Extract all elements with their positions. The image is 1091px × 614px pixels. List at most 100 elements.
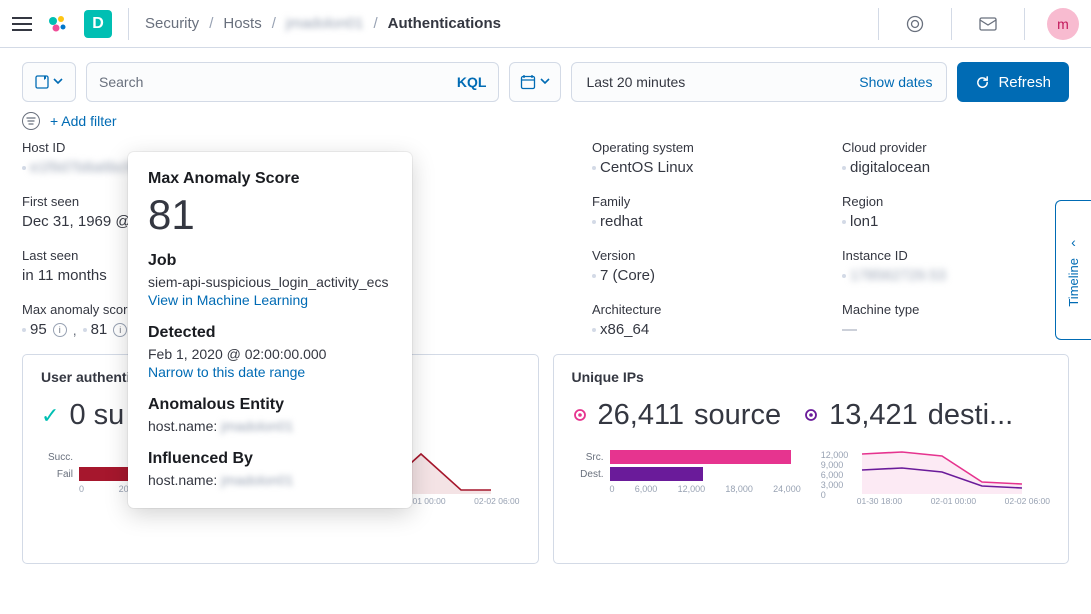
kql-toggle[interactable]: KQL [457, 74, 487, 90]
version-label: Version [592, 248, 802, 263]
detected-heading: Detected [148, 324, 392, 342]
divider [1024, 8, 1025, 40]
source-ip-label: source [694, 399, 781, 432]
tick: 02-02 06:00 [1005, 496, 1050, 506]
auth-success-text: 0 su [69, 399, 124, 432]
crumb-sep: / [272, 15, 276, 32]
date-range-text: Last 20 minutes [586, 74, 685, 90]
tick: 02-01 00:00 [931, 496, 976, 506]
arch-value[interactable]: x86_64 [600, 321, 649, 338]
crumb-sep: / [209, 15, 213, 32]
crumb-security[interactable]: Security [145, 15, 199, 32]
divider [128, 8, 129, 40]
tick: 24,000 [773, 484, 801, 494]
space-badge[interactable]: D [84, 10, 112, 38]
info-icon[interactable]: i [113, 323, 127, 337]
tick: 02-02 06:00 [474, 496, 519, 506]
cloud-value[interactable]: digitalocean [850, 159, 930, 176]
avatar[interactable]: m [1047, 8, 1079, 40]
influenced-heading: Influenced By [148, 450, 392, 468]
tick: 9,000 [821, 460, 849, 470]
machine-type-value: — [842, 321, 1042, 338]
info-icon[interactable]: i [53, 323, 67, 337]
refresh-label: Refresh [998, 74, 1051, 91]
crumb-hosts[interactable]: Hosts [223, 15, 261, 32]
top-navbar: D Security / Hosts / jmadolon01 / Authen… [0, 0, 1091, 48]
entity-heading: Anomalous Entity [148, 396, 392, 414]
refresh-button[interactable]: Refresh [957, 62, 1069, 102]
bar-label: Succ. [41, 452, 73, 463]
dest-ip-icon [803, 408, 819, 424]
source-ip-count: 26,411 [598, 399, 685, 432]
ips-line-chart[interactable]: 12,000 9,000 6,000 3,000 0 01-30 18:00 0… [821, 450, 1050, 506]
tick: 01-30 18:00 [857, 496, 902, 506]
instance-id-label: Instance ID [842, 248, 1042, 263]
os-label: Operating system [592, 140, 802, 155]
region-label: Region [842, 194, 1042, 209]
crumb-hostname[interactable]: jmadolon01 [286, 15, 364, 32]
bar-label: Fail [41, 469, 73, 480]
machine-type-label: Machine type [842, 302, 1042, 317]
search-input[interactable] [87, 63, 498, 101]
tick: 6,000 [821, 470, 849, 480]
timeline-flyout-toggle[interactable]: ‹ Timeline [1055, 200, 1091, 340]
bar-label: Src. [572, 452, 604, 463]
filter-bar: + Add filter [0, 108, 1091, 140]
popover-title: Max Anomaly Score [148, 170, 392, 188]
host-id-value[interactable]: e1f9d7b8a6bcf4 [30, 159, 138, 176]
check-icon: ✓ [41, 403, 59, 429]
tick: 12,000 [678, 484, 706, 494]
chevron-down-icon [53, 78, 63, 86]
version-value[interactable]: 7 (Core) [600, 267, 655, 284]
tick: 6,000 [635, 484, 658, 494]
dest-ip-label: desti... [928, 399, 1013, 432]
influencer-field: host.name: [148, 472, 221, 488]
divider [951, 8, 952, 40]
detected-value: Feb 1, 2020 @ 02:00:00.000 [148, 346, 392, 362]
date-range-display[interactable]: Last 20 minutes Show dates [571, 62, 947, 102]
tick: 12,000 [821, 450, 849, 460]
os-value[interactable]: CentOS Linux [600, 159, 693, 176]
arch-label: Architecture [592, 302, 802, 317]
influencer-host[interactable]: jmadolon01 [221, 472, 293, 488]
family-label: Family [592, 194, 802, 209]
job-heading: Job [148, 252, 392, 270]
add-filter-link[interactable]: + Add filter [50, 113, 117, 129]
tick: 0 [821, 490, 849, 500]
elastic-logo-icon[interactable] [46, 12, 70, 36]
popover-score: 81 [148, 194, 392, 236]
panel-unique-ips: Unique IPs 26,411 source 13,421 desti...… [553, 354, 1070, 564]
menu-icon[interactable] [12, 14, 32, 34]
chevron-down-icon [540, 78, 550, 86]
date-quick-select[interactable] [509, 62, 561, 102]
chevron-left-icon: ‹ [1071, 234, 1076, 250]
show-dates-link[interactable]: Show dates [859, 74, 932, 90]
dest-ip-count: 13,421 [829, 399, 918, 432]
view-ml-link[interactable]: View in Machine Learning [148, 292, 308, 308]
family-value[interactable]: redhat [600, 213, 643, 230]
ips-bar-chart[interactable]: Src. Dest. 0 6,000 12,000 18,000 24,000 [572, 450, 801, 506]
entity-host[interactable]: jmadolon01 [221, 418, 293, 434]
crumb-sep: / [373, 15, 377, 32]
help-icon[interactable] [895, 0, 935, 48]
search-input-container: KQL [86, 62, 499, 102]
refresh-icon [975, 75, 990, 90]
newsfeed-icon[interactable] [968, 0, 1008, 48]
tick: 3,000 [821, 480, 849, 490]
instance-id-value[interactable]: 178562729.53 [850, 267, 946, 284]
crumb-page: Authentications [388, 15, 501, 32]
query-toolbar: KQL Last 20 minutes Show dates Refresh [0, 48, 1091, 108]
breadcrumb: Security / Hosts / jmadolon01 / Authenti… [145, 15, 501, 32]
source-ip-icon [572, 408, 588, 424]
saved-query-button[interactable] [22, 62, 76, 102]
region-value[interactable]: lon1 [850, 213, 878, 230]
cloud-label: Cloud provider [842, 140, 1042, 155]
tick: 0 [79, 484, 84, 494]
timeline-label: Timeline [1066, 258, 1081, 307]
anomaly-score-2[interactable]: 81 [91, 321, 108, 338]
filter-options-icon[interactable] [22, 112, 40, 130]
panel-title: Unique IPs [572, 369, 1051, 385]
anomaly-score-1[interactable]: 95 [30, 321, 47, 338]
narrow-date-link[interactable]: Narrow to this date range [148, 364, 305, 380]
tick: 18,000 [725, 484, 753, 494]
